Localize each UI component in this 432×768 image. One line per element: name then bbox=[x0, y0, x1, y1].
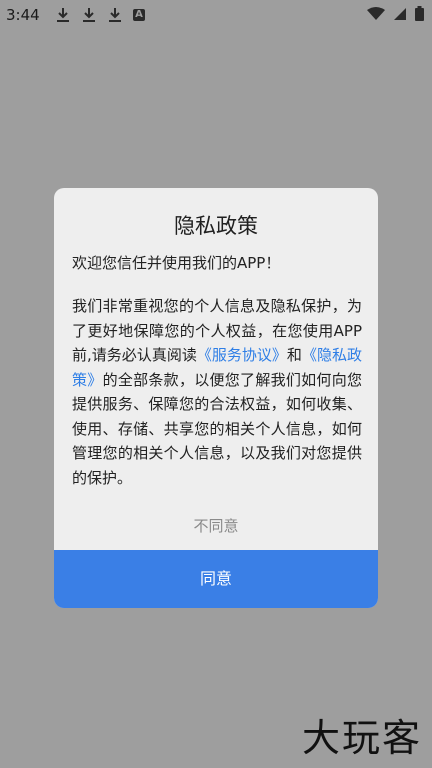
download-icon bbox=[83, 8, 95, 22]
notification-icons: A bbox=[55, 7, 145, 23]
privacy-policy-dialog: 隐私政策 欢迎您信任并使用我们的APP！ 我们非常重视您的个人信息及隐私保护，为… bbox=[54, 188, 378, 608]
a-notification-icon: A bbox=[133, 9, 145, 21]
service-agreement-link[interactable]: 《服务协议》 bbox=[197, 346, 287, 364]
dialog-title: 隐私政策 bbox=[174, 214, 258, 238]
policy-body-text[interactable]: 我们非常重视您的个人信息及隐私保护，为了更好地保障您的个人权益，在您使用APP前… bbox=[72, 294, 362, 490]
agree-button[interactable]: 同意 bbox=[54, 550, 378, 608]
welcome-text: 欢迎您信任并使用我们的APP！ bbox=[72, 254, 281, 272]
system-icons bbox=[367, 6, 424, 21]
download-icon bbox=[109, 8, 121, 22]
watermark-logo: 大玩客 bbox=[301, 716, 422, 760]
signal-icon bbox=[394, 7, 406, 20]
policy-text-part: 和 bbox=[286, 346, 302, 364]
disagree-button[interactable]: 不同意 bbox=[54, 506, 378, 546]
wifi-icon bbox=[367, 6, 385, 20]
download-icon bbox=[57, 8, 69, 22]
status-bar: 3:44 A bbox=[0, 0, 432, 28]
status-time: 3:44 bbox=[6, 6, 40, 24]
battery-icon bbox=[415, 6, 424, 21]
policy-text-part: 的全部条款，以便您了解我们如何向您提供服务、保障您的合法权益，如何收集、使用、存… bbox=[72, 370, 362, 487]
